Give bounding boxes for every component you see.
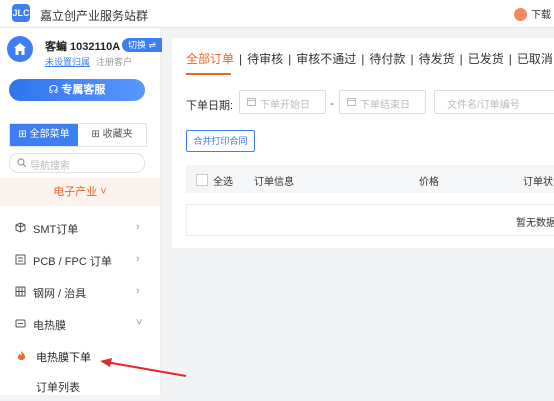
annotation-arrow: [100, 358, 187, 377]
